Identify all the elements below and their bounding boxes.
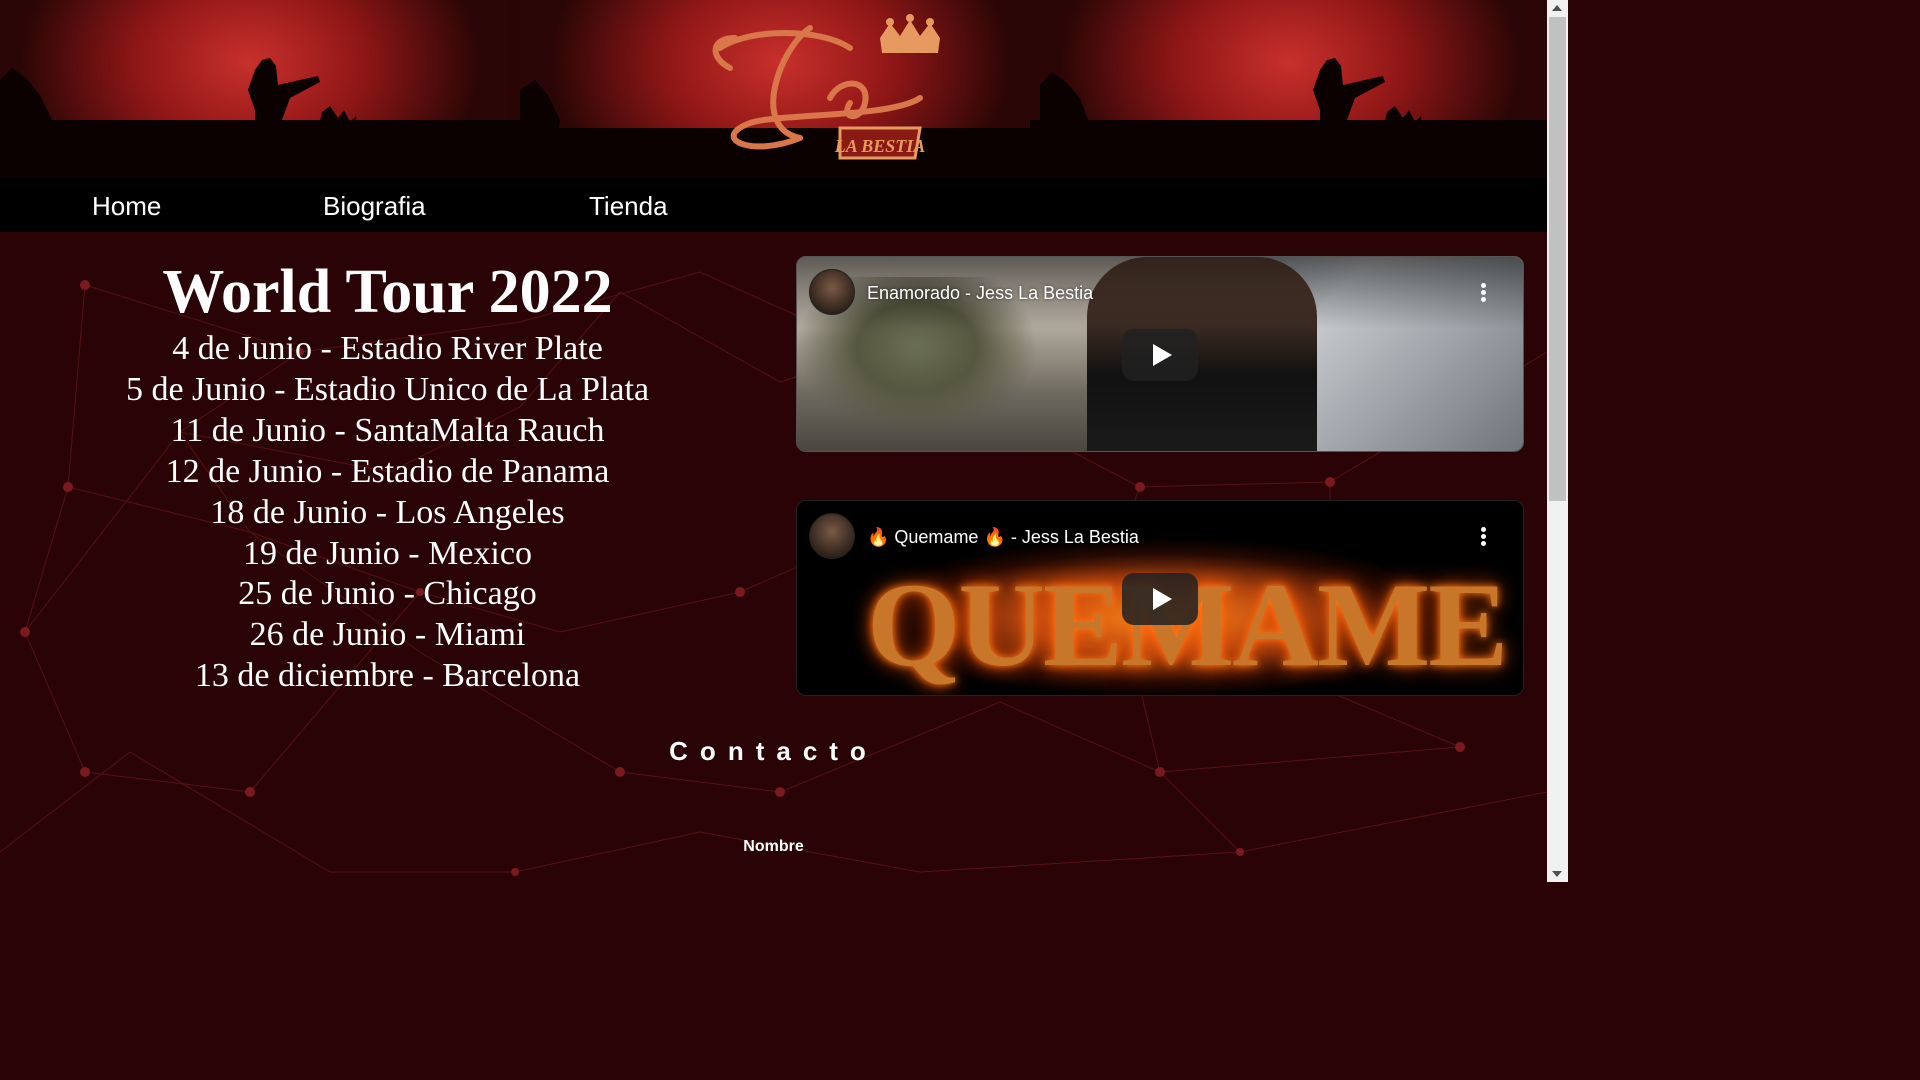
nav-biografia-link[interactable]: Biografia: [323, 191, 426, 222]
play-button-icon[interactable]: [1122, 329, 1198, 381]
name-field-label: Nombre: [743, 838, 804, 855]
tour-date-item: 4 de Junio - Estadio River Plate: [172, 330, 603, 367]
more-options-icon[interactable]: [1481, 527, 1487, 549]
page-scrollbar[interactable]: [1547, 0, 1568, 882]
tour-title: World Tour 2022: [162, 258, 613, 326]
nav-home-link[interactable]: Home: [92, 191, 161, 222]
video-embed-quemame[interactable]: QUEMAME 🔥 Quemame 🔥 - Jess La Bestia: [796, 500, 1524, 696]
tour-date-item: 13 de diciembre - Barcelona: [194, 657, 581, 695]
jess-la-bestia-logo[interactable]: LA BESTIA: [690, 8, 960, 173]
tour-date-item: 11 de Junio - SantaMalta Rauch: [170, 411, 605, 449]
tour-date-item: 19 de Junio - Mexico: [243, 534, 532, 572]
video-title[interactable]: Enamorado - Jess La Bestia: [867, 283, 1093, 304]
video-embed-enamorado[interactable]: Enamorado - Jess La Bestia: [796, 256, 1524, 452]
play-button-icon[interactable]: [1122, 573, 1198, 625]
tour-date-item: 12 de Junio - Estadio de Panama: [165, 452, 610, 490]
scrollbar-thumb[interactable]: [1549, 17, 1566, 501]
channel-avatar[interactable]: [809, 269, 855, 315]
tour-dates-list: 4 de Junio - Estadio River Plate 5 de Ju…: [0, 329, 775, 697]
contact-title: Contacto: [669, 736, 878, 766]
scroll-down-icon[interactable]: [1552, 871, 1562, 877]
header-banner: LA BESTIA: [0, 0, 1547, 178]
scroll-up-icon[interactable]: [1552, 5, 1562, 11]
nav-tienda-link[interactable]: Tienda: [589, 191, 668, 222]
svg-text:LA BESTIA: LA BESTIA: [834, 136, 926, 156]
more-options-icon[interactable]: [1481, 283, 1487, 305]
channel-avatar[interactable]: [809, 513, 855, 559]
tour-date-item: 5 de Junio - Estadio Unico de La Plata: [125, 370, 650, 408]
tour-date-item: 25 de Junio - Chicago: [238, 575, 537, 613]
video-title[interactable]: 🔥 Quemame 🔥 - Jess La Bestia: [867, 527, 1139, 548]
main-nav: Home Biografia Tienda: [0, 178, 1547, 232]
tour-section: World Tour 2022 4 de Junio - Estadio Riv…: [0, 255, 775, 697]
tour-date-item: 18 de Junio - Los Angeles: [210, 493, 565, 531]
tour-date-item: 26 de Junio - Miami: [249, 616, 526, 654]
